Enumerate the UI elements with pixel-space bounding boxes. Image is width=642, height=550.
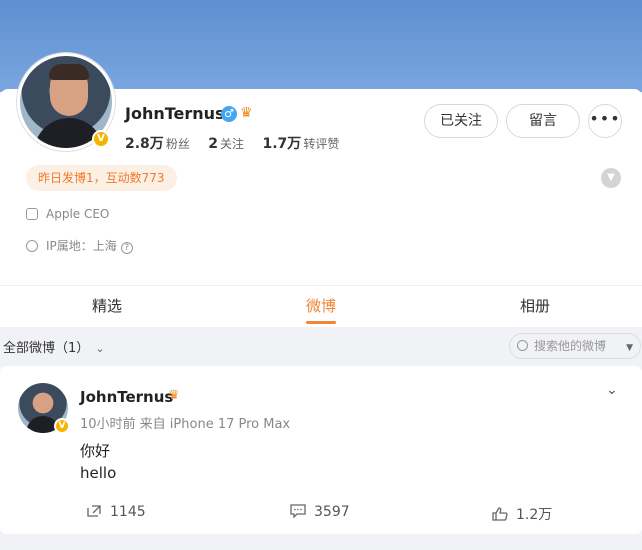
post-card: V JohnTernus ♛ 10小时前 来自 iPhone 17 Pro Ma… bbox=[0, 366, 642, 534]
crown-icon[interactable]: ♛ bbox=[240, 105, 253, 121]
profile-tabs: 精选 微博 相册 bbox=[0, 285, 642, 327]
filter-bar: 全部微博（1） ⌄ 搜索他的微博 ▼ bbox=[0, 327, 642, 365]
followed-button[interactable]: 已关注 bbox=[424, 104, 498, 138]
info-ip-row: IP属地：上海? bbox=[26, 237, 133, 254]
comment-icon bbox=[290, 504, 306, 518]
info-title-row: Apple CEO bbox=[26, 207, 109, 221]
following-count[interactable]: 2 bbox=[208, 136, 218, 152]
tab-album[interactable]: 相册 bbox=[428, 286, 642, 328]
verified-badge-icon: V bbox=[92, 130, 110, 148]
dropdown-arrow-icon[interactable]: ▼ bbox=[626, 336, 633, 360]
shield-icon bbox=[26, 208, 38, 220]
search-placeholder: 搜索他的微博 bbox=[534, 339, 607, 353]
comment-count: 3597 bbox=[314, 504, 350, 520]
followers-count[interactable]: 2.8万 bbox=[125, 136, 164, 152]
search-icon bbox=[517, 340, 528, 351]
chevron-down-icon: ⌄ bbox=[95, 342, 105, 355]
interactions-count: 1.7万 bbox=[262, 136, 302, 152]
post-filter-label: 全部微博（1） bbox=[3, 341, 90, 356]
activity-badge: 昨日发博1，互动数773 bbox=[26, 165, 177, 191]
help-icon[interactable]: ? bbox=[120, 242, 133, 254]
location-icon bbox=[26, 240, 38, 252]
post-text-line: hello bbox=[80, 464, 117, 482]
profile-stats: 2.8万 粉丝 2 关注 1.7万 转评赞 bbox=[125, 133, 353, 153]
profile-title: Apple CEO bbox=[46, 207, 110, 221]
chevron-down-icon[interactable]: ▼ bbox=[601, 168, 621, 188]
repost-button[interactable]: 1145 bbox=[86, 504, 146, 520]
ip-location: IP属地：上海 bbox=[46, 239, 117, 253]
like-icon bbox=[492, 507, 508, 521]
message-button[interactable]: 留言 bbox=[506, 104, 580, 138]
followers-label[interactable]: 粉丝 bbox=[166, 137, 190, 151]
post-menu-icon[interactable]: ⌄ bbox=[606, 382, 618, 398]
like-count: 1.2万 bbox=[516, 507, 553, 523]
post-author[interactable]: JohnTernus bbox=[80, 388, 173, 406]
comment-button[interactable]: 3597 bbox=[290, 504, 350, 520]
page-bottom-fade bbox=[0, 534, 642, 550]
post-meta[interactable]: 10小时前 来自 iPhone 17 Pro Max bbox=[80, 413, 290, 432]
like-button[interactable]: 1.2万 bbox=[492, 504, 552, 524]
tab-featured[interactable]: 精选 bbox=[0, 286, 214, 328]
tab-weibo[interactable]: 微博 bbox=[214, 286, 428, 328]
male-icon: ♂ bbox=[221, 106, 237, 122]
repost-count: 1145 bbox=[110, 504, 146, 520]
profile-name: JohnTernus bbox=[125, 104, 225, 123]
crown-icon[interactable]: ♛ bbox=[168, 388, 180, 403]
post-filter-dropdown[interactable]: 全部微博（1） ⌄ bbox=[3, 337, 105, 356]
more-options-button[interactable]: ••• bbox=[588, 104, 622, 138]
repost-icon bbox=[87, 505, 101, 517]
search-input[interactable]: 搜索他的微博 ▼ bbox=[509, 333, 641, 359]
post-text-line: 你好 bbox=[80, 442, 111, 460]
verified-badge-icon: V bbox=[54, 418, 70, 434]
following-label[interactable]: 关注 bbox=[220, 137, 244, 151]
interactions-label: 转评赞 bbox=[303, 137, 340, 151]
